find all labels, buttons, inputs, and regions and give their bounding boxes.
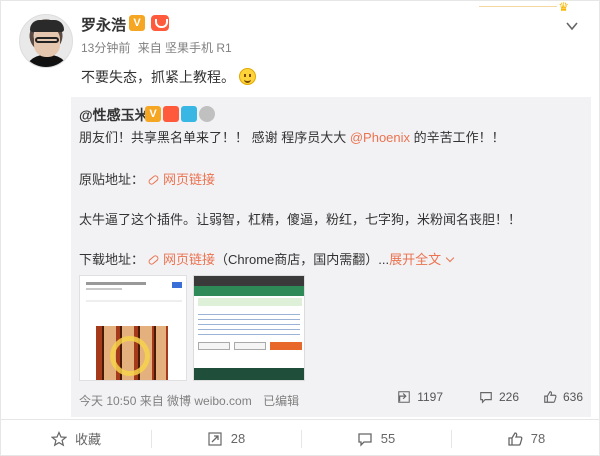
avatar[interactable] [19, 14, 73, 68]
repost-line-thanks: 朋友们！共享黑名单来了！！ 感谢 程序员大大 @Phoenix 的辛苦工作！！ [79, 130, 505, 145]
download-link[interactable]: 网页链接 [163, 252, 215, 267]
chevron-down-icon[interactable] [565, 19, 579, 33]
repost-source: 今天 10:50 来自 微博 weibo.com 已编辑 [79, 394, 300, 408]
repost-forward-count[interactable]: 1197 [397, 390, 443, 404]
post-source: 来自 坚果手机 R1 [137, 41, 232, 55]
medal-badge-icon [199, 106, 215, 122]
weibo-card: ♛ 罗永浩 V 13分钟前 来自 坚果手机 R1 不要失态，抓紧上教程。 @性感… [0, 0, 600, 456]
repost-footer: 今天 10:50 来自 微博 weibo.com 已编辑 1197 226 63… [79, 389, 583, 409]
repost-line-description: 太牛逼了这个插件。让弱智，杠精，傻逼，粉红，七字狗，米粉闻名丧胆！！ [79, 212, 522, 227]
like-button[interactable]: 78 [451, 420, 600, 456]
repost-line-original-url: 原贴地址： 网页链接 [79, 172, 216, 187]
forward-icon [398, 391, 410, 403]
card-top-decoration: ♛ [479, 1, 569, 13]
member-badge-icon [163, 106, 179, 122]
post-meta: 13分钟前 来自 坚果手机 R1 [81, 39, 236, 56]
image-thumbnail-1[interactable] [79, 275, 187, 381]
expand-full-text-button[interactable]: 展开全文 [389, 252, 455, 267]
camera-badge-icon [181, 106, 197, 122]
crown-icon: ♛ [558, 0, 569, 14]
forward-button[interactable]: 28 [151, 420, 301, 456]
link-icon [147, 254, 160, 266]
thumbs-up-icon [508, 431, 523, 446]
comment-icon [358, 432, 372, 447]
comment-icon [480, 392, 492, 404]
reposted-content: @性感玉米 V 朋友们！共享黑名单来了！！ 感谢 程序员大大 @Phoenix … [71, 97, 591, 417]
star-icon [50, 430, 67, 446]
repost-author-badges: V [145, 106, 217, 122]
decoration-line [479, 6, 557, 7]
mention-link[interactable]: @Phoenix [350, 130, 410, 145]
verified-v-icon: V [129, 15, 145, 31]
original-post-link[interactable]: 网页链接 [163, 172, 215, 187]
favorite-button[interactable]: 收藏 [1, 420, 151, 456]
repost-author[interactable]: @性感玉米 [79, 105, 149, 125]
verified-v-icon: V [145, 106, 161, 122]
edited-label[interactable]: 已编辑 [263, 394, 299, 408]
comment-button[interactable]: 55 [301, 420, 451, 456]
member-badge-icon [151, 15, 169, 31]
smile-emoji-icon [239, 68, 256, 85]
repost-comment-count[interactable]: 226 [479, 390, 519, 404]
link-icon [147, 174, 160, 186]
repost-like-count[interactable]: 636 [543, 390, 583, 404]
post-time[interactable]: 13分钟前 [81, 41, 130, 55]
repost-line-download: 下载地址： 网页链接（Chrome商店，国内需翻）...展开全文 [79, 249, 455, 268]
post-text: 不要失态，抓紧上教程。 [81, 67, 256, 87]
thumbs-up-icon [544, 391, 557, 403]
forward-icon [208, 431, 222, 446]
action-bar: 收藏 28 55 78 [1, 419, 600, 456]
image-thumbnail-2[interactable] [193, 275, 305, 381]
chevron-down-icon [445, 253, 455, 263]
author-name[interactable]: 罗永浩 [81, 14, 126, 35]
